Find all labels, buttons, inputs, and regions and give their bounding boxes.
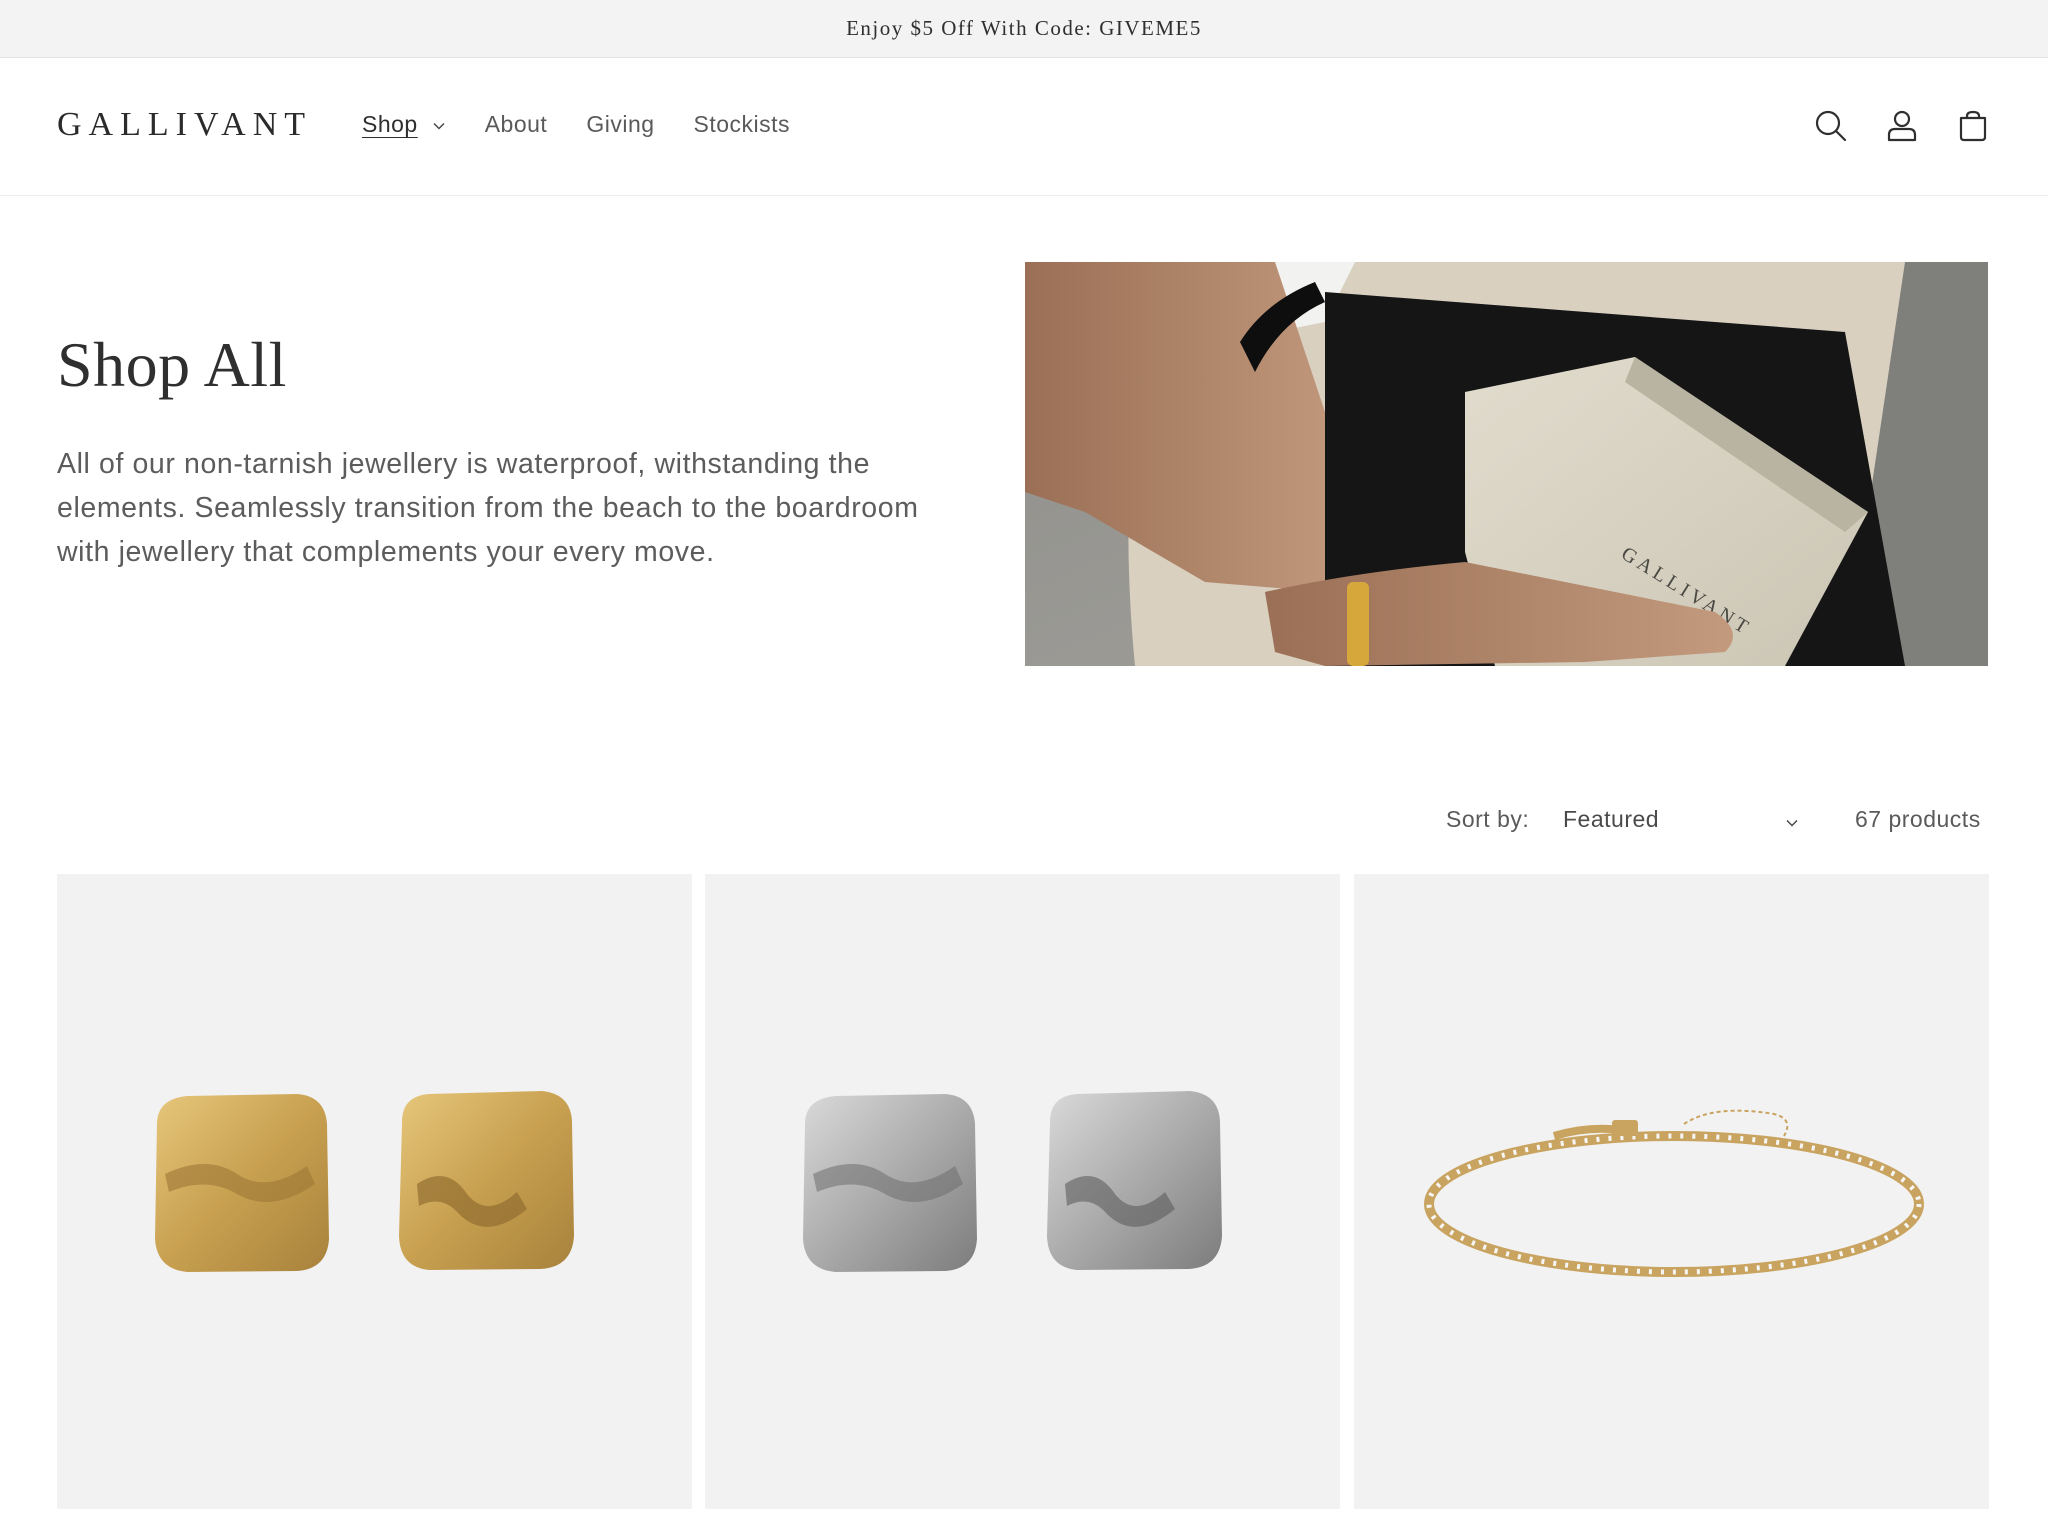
account-icon bbox=[1887, 110, 1917, 142]
product-count: 67 products bbox=[1855, 806, 1981, 832]
site-logo[interactable]: GALLIVANT bbox=[57, 108, 312, 142]
collection-toolbar: Sort by: Featured 67 products bbox=[0, 806, 2048, 840]
search-icon bbox=[1815, 110, 1847, 142]
chevron-down-icon bbox=[433, 122, 445, 130]
nav-item-about[interactable]: About bbox=[485, 111, 548, 138]
search-button[interactable] bbox=[1811, 106, 1851, 146]
cart-icon bbox=[1959, 110, 1987, 142]
hero-photo-illustration: GALLIVANT bbox=[1025, 262, 1988, 666]
product-card[interactable] bbox=[57, 874, 692, 1509]
product-image-gold-earrings bbox=[155, 1091, 574, 1272]
product-image-silver-earrings bbox=[803, 1091, 1222, 1272]
page-title: Shop All bbox=[57, 329, 287, 400]
sort-select[interactable]: Featured bbox=[1563, 806, 1803, 840]
sort-label: Sort by: bbox=[1446, 806, 1530, 832]
nav-item-label: Shop bbox=[362, 111, 418, 137]
nav-item-label: About bbox=[484, 111, 548, 137]
hero-image: GALLIVANT bbox=[1025, 262, 1988, 666]
chevron-down-icon bbox=[1786, 819, 1798, 827]
product-grid bbox=[57, 874, 1989, 1518]
nav-item-label: Stockists bbox=[693, 111, 791, 137]
main-nav: Shop About Giving Stockists bbox=[362, 111, 829, 138]
site-header: GALLIVANT Shop About Giving Stockists bbox=[0, 58, 2048, 196]
product-card[interactable] bbox=[705, 874, 1340, 1509]
announcement-text: Enjoy $5 Off With Code: GIVEME5 bbox=[846, 16, 1202, 40]
nav-item-shop[interactable]: Shop bbox=[362, 111, 446, 138]
nav-item-label: Giving bbox=[586, 111, 655, 137]
cart-button[interactable] bbox=[1953, 106, 1993, 146]
page-description: All of our non-tarnish jewellery is wate… bbox=[57, 448, 919, 568]
sort-selected-value: Featured bbox=[1563, 806, 1660, 832]
product-image-tennis-bracelet bbox=[1424, 1109, 1924, 1277]
nav-item-giving[interactable]: Giving bbox=[586, 111, 654, 138]
account-button[interactable] bbox=[1882, 106, 1922, 146]
nav-item-stockists[interactable]: Stockists bbox=[694, 111, 791, 138]
product-card[interactable] bbox=[1354, 874, 1989, 1509]
announcement-bar: Enjoy $5 Off With Code: GIVEME5 bbox=[0, 0, 2048, 58]
